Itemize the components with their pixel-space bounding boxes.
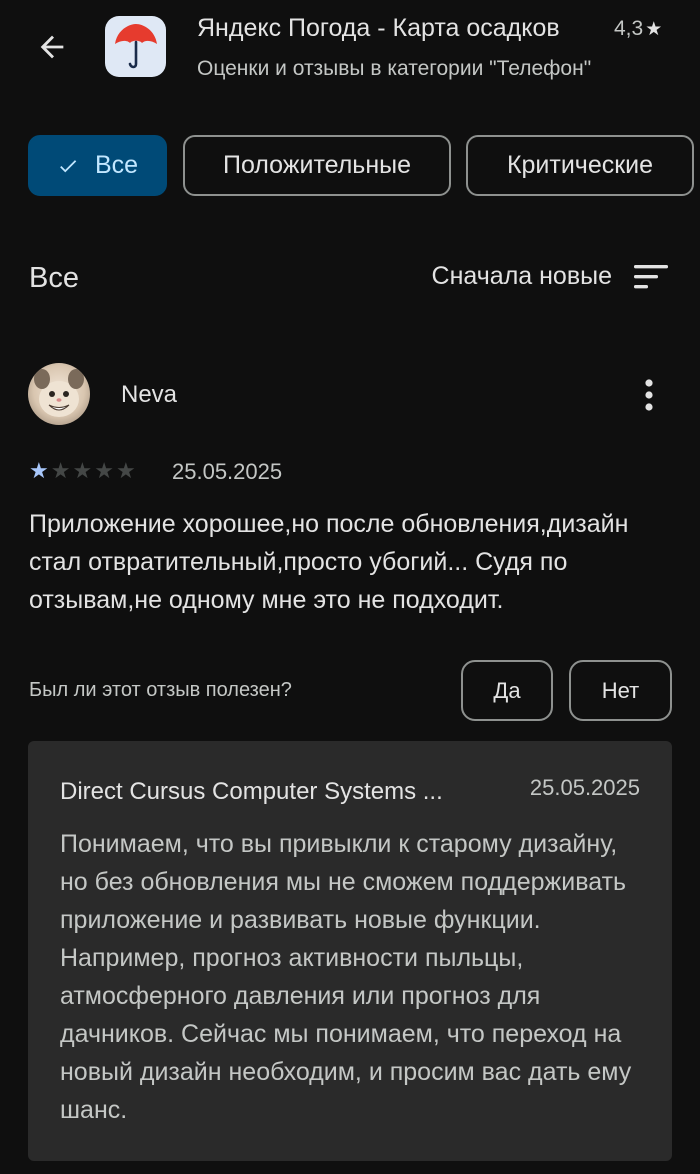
star-icon: ★	[645, 18, 663, 40]
umbrella-icon	[114, 23, 157, 68]
star-empty-icon: ★	[94, 458, 114, 483]
reply-date: 25.05.2025	[529, 775, 640, 800]
section-title: Все	[29, 262, 79, 294]
review-date: 25.05.2025	[172, 459, 283, 484]
review-text: Приложение хорошее,но после обновления,д…	[29, 510, 629, 614]
more-options-button[interactable]	[628, 370, 670, 420]
filter-chip-label: Все	[94, 151, 139, 179]
star-empty-icon: ★	[115, 458, 136, 483]
filter-chip-critical[interactable]: Критические	[466, 135, 694, 196]
developer-name: Direct Cursus Computer Systems ...	[60, 778, 443, 805]
review-rating-stars: ★ ★ ★ ★ ★	[29, 459, 136, 483]
app-subtitle: Оценки и отзывы в категории "Телефон"	[197, 57, 592, 80]
helpful-no-button[interactable]: Нет	[569, 660, 672, 721]
reply-text: Понимаем, что вы привыкли к старому диза…	[60, 830, 632, 1124]
arrow-left-icon	[40, 35, 64, 59]
app-icon	[105, 16, 166, 77]
star-filled-icon: ★	[29, 458, 49, 483]
avatar	[28, 363, 90, 425]
app-rating: 4,3 ★	[614, 17, 662, 41]
app-title: Яндекс Погода - Карта осадков	[197, 14, 560, 42]
sort-icon	[634, 264, 668, 288]
filter-chip-all[interactable]: Все	[28, 135, 167, 196]
developer-reply-card: Direct Cursus Computer Systems ... 25.05…	[28, 741, 672, 1161]
helpful-question: Был ли этот отзыв полезен?	[29, 679, 292, 701]
sort-label: Сначала новые	[431, 262, 612, 290]
filter-chip-positive[interactable]: Положительные	[183, 135, 451, 196]
app-rating-value: 4,3	[614, 17, 644, 40]
back-button[interactable]	[24, 22, 80, 72]
filter-chip-label: Критические	[506, 151, 654, 179]
more-vert-icon	[645, 379, 653, 411]
helpful-yes-button[interactable]: Да	[461, 660, 553, 721]
star-empty-icon: ★	[72, 458, 93, 483]
check-icon	[57, 155, 79, 177]
star-empty-icon: ★	[50, 458, 71, 483]
review-author: Neva	[121, 381, 178, 408]
filter-chip-label: Положительные	[222, 151, 412, 179]
sort-button[interactable]: Сначала новые	[432, 262, 670, 291]
